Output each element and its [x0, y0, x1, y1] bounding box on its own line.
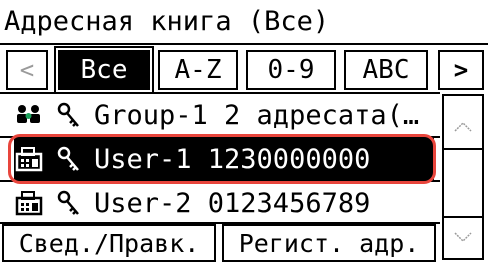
address-book-screen: Адресная книга (Все) < Все A-Z 0-9 ABC > [0, 0, 488, 264]
tab-0-9[interactable]: 0-9 [246, 50, 336, 90]
fax-icon [14, 188, 44, 218]
page-title: Адресная книга (Все) [4, 6, 330, 37]
scroll-down-button[interactable] [444, 216, 482, 258]
tab-a-z-label: A-Z [174, 55, 222, 85]
prev-page-button[interactable]: < [6, 50, 48, 90]
tab-all-label: Все [80, 55, 128, 85]
tab-all[interactable]: Все [54, 46, 154, 94]
key-icon [54, 188, 84, 218]
scroll-down-icon [453, 228, 473, 249]
key-icon [54, 100, 84, 130]
title-divider [0, 43, 488, 45]
register-address-label: Регист. адр. [238, 228, 420, 258]
details-edit-label: Свед./Правк. [18, 228, 200, 258]
chevron-left-icon: < [19, 56, 35, 84]
scroll-up-button[interactable] [444, 108, 482, 150]
list-item-text: Group-1 2 адресата(… [94, 99, 420, 131]
register-address-button[interactable]: Регист. адр. [222, 224, 436, 262]
tab-0-9-label: 0-9 [267, 55, 315, 85]
scroll-up-icon [453, 118, 473, 139]
list-item[interactable]: User-2 0123456789 [14, 182, 434, 224]
tab-abc-label: ABC [362, 55, 410, 85]
selection-highlight [8, 134, 436, 184]
list-item-text: User-2 0123456789 [94, 187, 371, 219]
chevron-right-icon: > [453, 56, 469, 84]
group-icon [14, 100, 44, 130]
scrollbar[interactable] [442, 94, 484, 260]
tab-a-z[interactable]: A-Z [158, 50, 238, 90]
next-page-button[interactable]: > [438, 50, 484, 90]
list-item[interactable]: Group-1 2 адресата(… [14, 94, 434, 136]
tab-abc[interactable]: ABC [344, 50, 428, 90]
details-edit-button[interactable]: Свед./Правк. [2, 224, 216, 262]
